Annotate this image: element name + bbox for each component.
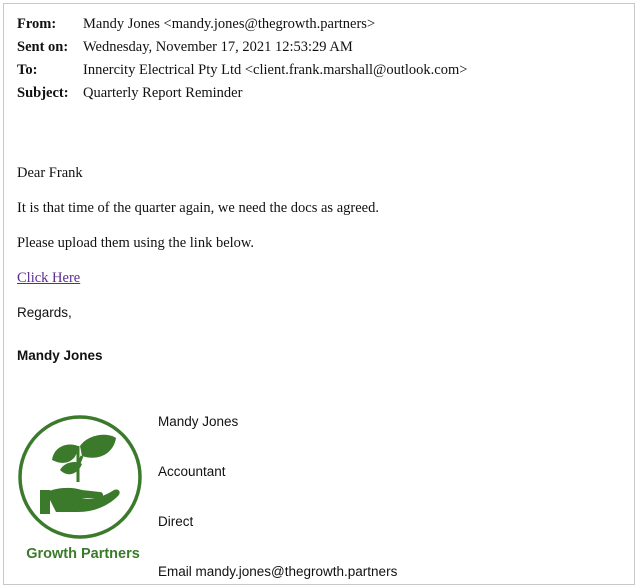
signature-name: Mandy Jones (158, 414, 239, 429)
hand-with-leaves-icon (18, 415, 142, 539)
signature-direct: Direct (158, 514, 194, 529)
sent-row: Sent on: Wednesday, November 17, 2021 12… (17, 38, 353, 56)
to-value: Innercity Electrical Pty Ltd <client.fra… (83, 62, 468, 78)
from-row: From: Mandy Jones <mandy.jones@thegrowth… (17, 15, 375, 33)
logo-text: Growth Partners (26, 546, 140, 562)
growth-partners-logo: Growth Partners (16, 412, 154, 572)
to-label: To: (17, 62, 38, 78)
subject-value: Quarterly Report Reminder (83, 85, 243, 101)
signature-title: Accountant (158, 464, 226, 479)
from-label: From: (17, 16, 57, 32)
to-row: To: Innercity Electrical Pty Ltd <client… (17, 61, 467, 79)
subject-row: Subject: Quarterly Report Reminder (17, 84, 242, 102)
subject-label: Subject: (17, 85, 69, 101)
closing: Regards, (17, 305, 72, 320)
body-line-2: Please upload them using the link below. (17, 235, 255, 251)
sender-name: Mandy Jones (17, 348, 103, 363)
body-line-1: It is that time of the quarter again, we… (17, 200, 379, 216)
from-value: Mandy Jones <mandy.jones@thegrowth.partn… (83, 16, 376, 32)
greeting: Dear Frank (17, 165, 83, 181)
signature-email: Email mandy.jones@thegrowth.partners (158, 564, 398, 579)
sent-value: Wednesday, November 17, 2021 12:53:29 AM (83, 39, 353, 55)
sent-label: Sent on: (17, 39, 69, 55)
click-here-link[interactable]: Click Here (17, 270, 80, 286)
